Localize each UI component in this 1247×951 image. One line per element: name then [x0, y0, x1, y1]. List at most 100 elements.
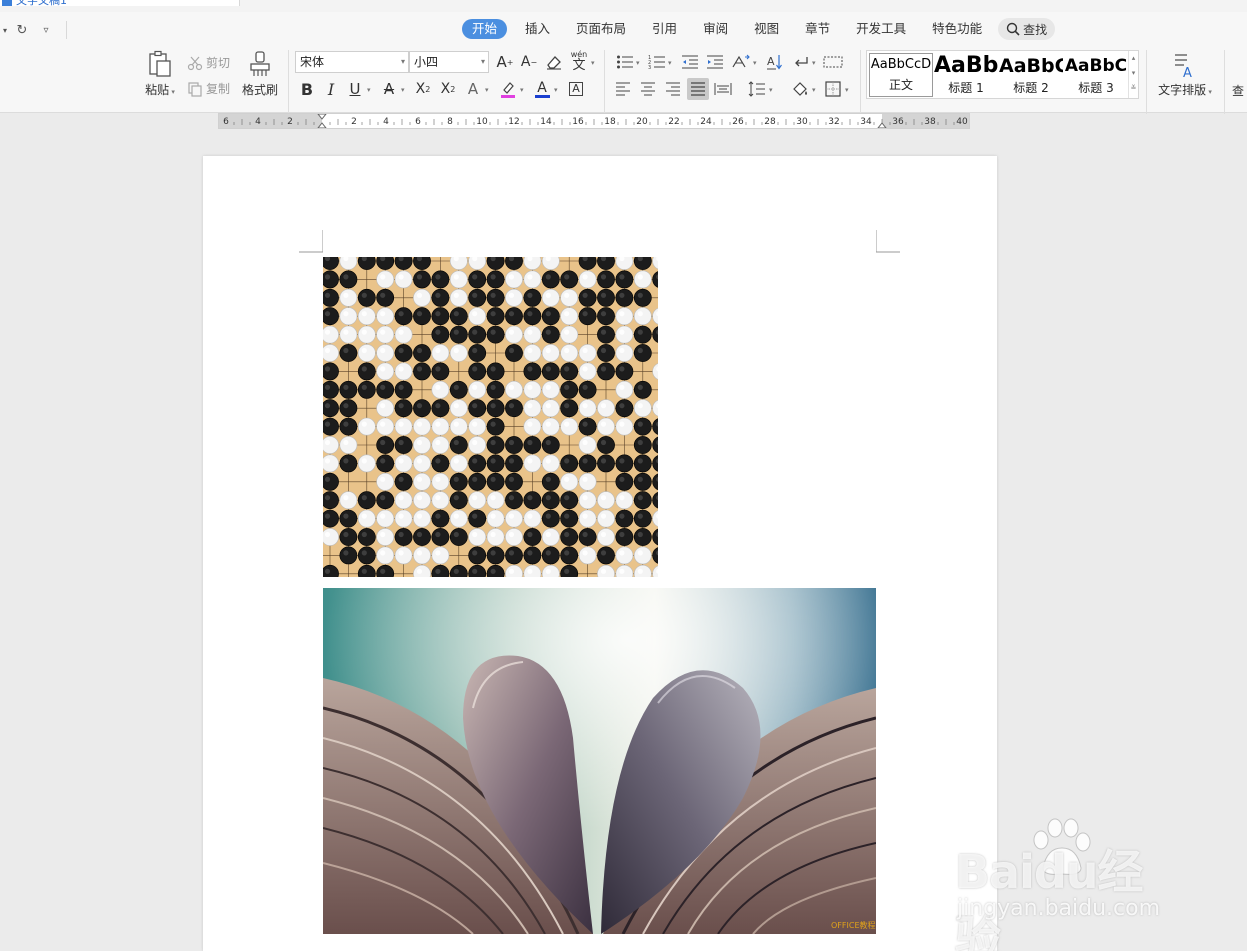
more-icon[interactable]: ≚: [1129, 81, 1138, 96]
chevron-down-icon[interactable]: ▾: [812, 59, 816, 67]
paste-button[interactable]: 粘贴 ▾: [140, 50, 180, 98]
chevron-down-icon[interactable]: ▾: [668, 59, 672, 67]
stone-highlight: [600, 421, 607, 427]
cut-button[interactable]: 剪切: [187, 54, 230, 71]
style-normal[interactable]: AaBbCcD 正文: [869, 53, 933, 97]
tab-special-features[interactable]: 特色功能: [932, 19, 982, 39]
chevron-down-icon[interactable]: ▾: [845, 86, 849, 94]
bold-icon[interactable]: B: [296, 78, 318, 100]
stone-highlight: [380, 439, 386, 446]
document-tab[interactable]: 文字文稿1: [0, 0, 240, 7]
tab-view[interactable]: 视图: [754, 19, 779, 39]
chevron-down-icon[interactable]: ▾: [769, 86, 773, 94]
stone-highlight: [600, 568, 607, 574]
stone-highlight: [453, 439, 459, 446]
line-spacing-icon[interactable]: [746, 78, 768, 100]
chevron-down-icon[interactable]: ▾: [485, 86, 489, 94]
justify-icon[interactable]: [687, 78, 709, 100]
chevron-down-icon[interactable]: ▾: [367, 86, 371, 94]
tab-page-layout[interactable]: 页面布局: [576, 19, 626, 39]
white-stone: [376, 307, 395, 326]
align-left-icon[interactable]: [612, 78, 634, 100]
go-board-image[interactable]: [323, 257, 658, 577]
white-stone: [376, 399, 395, 418]
grow-font-icon[interactable]: A +: [494, 51, 516, 73]
black-stone: [633, 454, 652, 473]
style-heading-3[interactable]: AaBbC 标题 3: [1064, 53, 1128, 97]
character-border-icon[interactable]: A: [565, 78, 587, 100]
document-page[interactable]: OFFICE教程: [203, 156, 997, 951]
font-size-select[interactable]: 小四 ▾: [409, 51, 489, 73]
black-stone: [560, 362, 579, 381]
find-replace-button[interactable]: 查: [1232, 82, 1247, 99]
format-painter-button[interactable]: 格式刷: [240, 50, 280, 98]
stone-highlight: [508, 568, 515, 574]
black-stone: [394, 472, 413, 491]
tab-developer[interactable]: 开发工具: [856, 19, 906, 39]
phonetic-guide-icon[interactable]: wén 文: [568, 49, 590, 72]
chevron-down-icon[interactable]: ▾: [812, 86, 816, 94]
white-stone: [357, 454, 376, 473]
chevron-down-icon[interactable]: ▾: [753, 59, 757, 67]
chevron-down-icon[interactable]: ▾: [401, 86, 405, 94]
shading-icon[interactable]: [789, 78, 811, 100]
align-center-icon[interactable]: [637, 78, 659, 100]
decrease-indent-icon[interactable]: [679, 51, 701, 73]
tab-review[interactable]: 审阅: [703, 19, 728, 39]
style-heading-2[interactable]: AaBbC 标题 2: [999, 53, 1063, 97]
superscript-icon[interactable]: X2: [412, 78, 434, 100]
distributed-align-icon[interactable]: [712, 78, 734, 100]
chevron-down-icon[interactable]: ▾: [1129, 66, 1138, 81]
shrink-font-icon[interactable]: A −: [518, 51, 540, 73]
subscript-icon[interactable]: X2: [437, 78, 459, 100]
ruler-label: 6: [415, 117, 421, 127]
font-color-icon[interactable]: A: [531, 78, 553, 100]
tab-section[interactable]: 章节: [805, 19, 830, 39]
italic-icon[interactable]: I: [320, 78, 342, 100]
borders-icon[interactable]: [822, 78, 844, 100]
black-stone: [468, 472, 487, 491]
dropdown-caret-icon[interactable]: ▾: [0, 26, 10, 35]
chevron-down-icon[interactable]: ▾: [520, 86, 524, 94]
styles-scroll[interactable]: ▴ ▾ ≚: [1128, 51, 1138, 98]
highlight-icon[interactable]: [497, 78, 519, 100]
customize-icon[interactable]: ▿: [34, 25, 58, 36]
align-right-icon[interactable]: [662, 78, 684, 100]
ribbon-tabs: 开始 插入 页面布局 引用 审阅 视图 章节 开发工具 特色功能 查找: [462, 18, 1056, 40]
chevron-down-icon[interactable]: ▾: [554, 86, 558, 94]
increase-indent-icon[interactable]: [704, 51, 726, 73]
black-stone: [323, 399, 339, 418]
chevron-down-icon[interactable]: ▾: [636, 59, 640, 67]
stone-highlight: [472, 476, 478, 482]
redo-icon[interactable]: ↻: [10, 23, 34, 38]
chevron-up-icon[interactable]: ▴: [1129, 51, 1138, 66]
show-marks-icon[interactable]: [790, 51, 812, 73]
stone-highlight: [324, 531, 331, 538]
copy-button[interactable]: 复制: [187, 80, 230, 97]
text-layout-button[interactable]: A 文字排版 ▾: [1152, 52, 1218, 98]
strikethrough-icon[interactable]: A: [378, 78, 400, 100]
tab-insert[interactable]: 插入: [525, 19, 550, 39]
stone-highlight: [472, 568, 478, 574]
black-stone: [413, 344, 431, 362]
heart-book-image[interactable]: OFFICE教程: [323, 588, 876, 934]
stone-highlight: [453, 476, 459, 482]
ruler-label: 38: [924, 117, 936, 127]
horizontal-ruler[interactable]: 6 4 2 2 4 6 8 10 12 14 16 18 20 22 24 26 28 30 32 34 36 38 40: [218, 113, 970, 129]
tab-home[interactable]: 开始: [462, 19, 508, 39]
style-heading-1[interactable]: AaBb 标题 1: [934, 53, 998, 97]
black-stone: [468, 399, 487, 418]
font-family-select[interactable]: 宋体 ▾: [295, 51, 409, 73]
tab-references[interactable]: 引用: [652, 19, 677, 39]
bullets-icon[interactable]: [614, 51, 636, 73]
text-direction-icon[interactable]: [730, 51, 752, 73]
text-effect-icon[interactable]: A: [462, 78, 484, 100]
clear-format-icon[interactable]: [543, 51, 565, 73]
search-box[interactable]: 查找: [998, 18, 1056, 40]
sort-icon[interactable]: A: [764, 51, 786, 73]
chevron-down-icon[interactable]: ▾: [591, 59, 595, 67]
black-stone: [339, 344, 358, 362]
table-tools-icon[interactable]: [822, 51, 844, 73]
underline-icon[interactable]: U: [344, 78, 366, 100]
numbering-icon[interactable]: 123: [646, 51, 668, 73]
